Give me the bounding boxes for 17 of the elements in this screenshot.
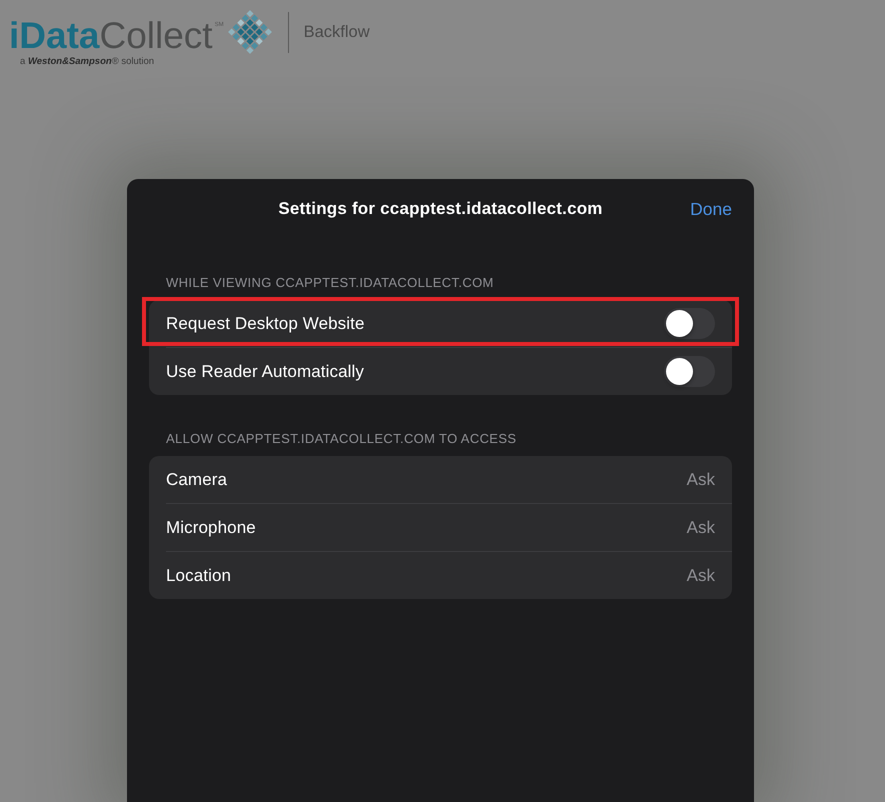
setting-label: Camera (166, 470, 228, 490)
setting-label: Location (166, 566, 232, 586)
done-button[interactable]: Done (690, 198, 732, 220)
section-header: WHILE VIEWING CCAPPTEST.IDATACOLLECT.COM (166, 275, 495, 291)
permission-value[interactable]: Ask (686, 518, 715, 538)
section-header: ALLOW CCAPPTEST.IDATACOLLECT.COM TO ACCESS (166, 431, 518, 447)
setting-label: Request Desktop Website (166, 314, 365, 334)
permission-value[interactable]: Ask (686, 470, 715, 490)
mosaic-logo-icon (228, 10, 272, 54)
sheet-title: Settings for ccapptest.idatacollect.com (278, 199, 603, 219)
logo-tagline: a Weston&Sampson® solution (20, 56, 156, 67)
toggle-switch[interactable] (664, 356, 715, 387)
setting-label: Use Reader Automatically (166, 362, 364, 382)
setting-label: Microphone (166, 518, 256, 538)
permission-value[interactable]: Ask (686, 566, 715, 586)
app-name: Backflow (304, 22, 370, 42)
toggle-switch[interactable] (664, 308, 715, 339)
